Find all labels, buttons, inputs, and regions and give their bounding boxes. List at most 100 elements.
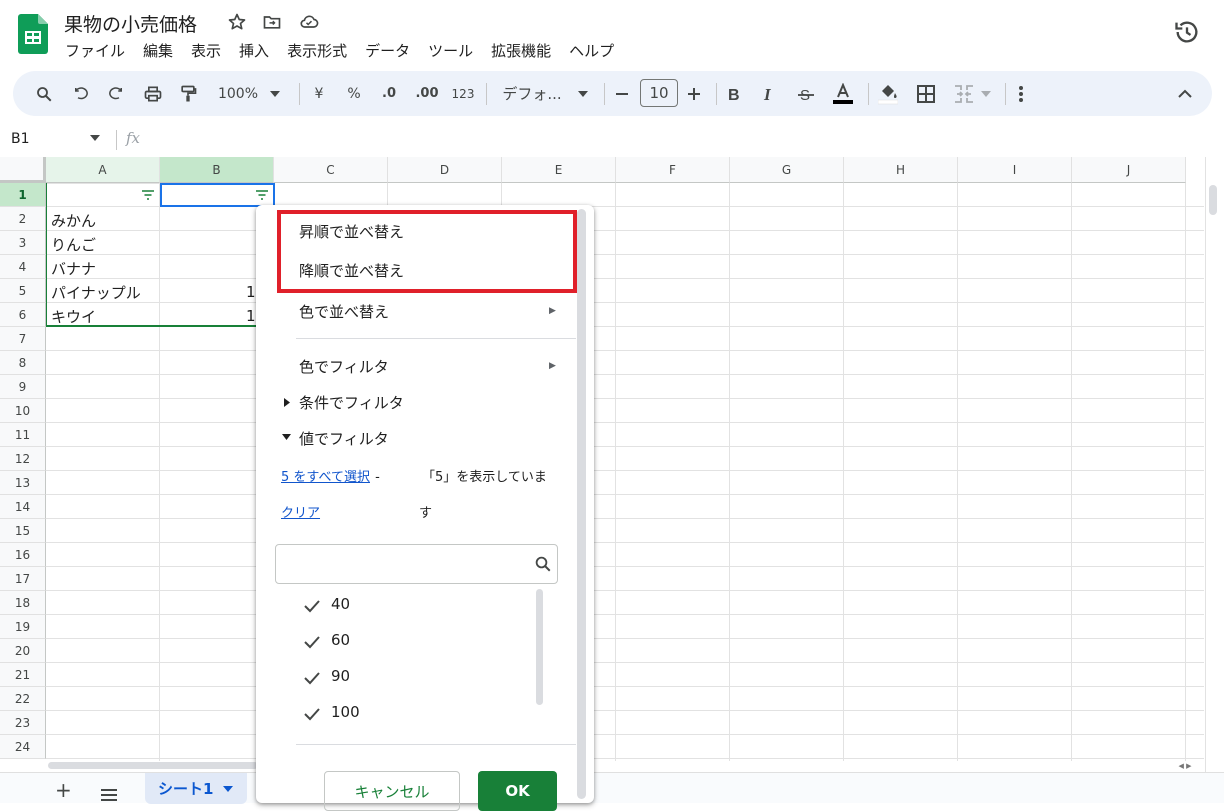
sheet-tab-active[interactable]: シート1 (145, 773, 247, 804)
column-header-d[interactable]: D (388, 157, 502, 183)
row-header-14[interactable]: 14 (0, 495, 46, 519)
menu-help[interactable]: ヘルプ (560, 38, 623, 63)
paint-format-icon[interactable] (175, 71, 201, 116)
checkmark-icon[interactable] (303, 669, 321, 687)
filter-by-values-item[interactable]: 値でフィルタ (299, 428, 389, 449)
strikethrough-icon[interactable]: S (795, 71, 817, 116)
move-folder-icon[interactable] (260, 10, 284, 34)
sort-by-color-item[interactable]: 色で並べ替え (299, 301, 389, 322)
zoom-select[interactable]: 100% (213, 71, 263, 116)
decrease-font-size-icon[interactable] (611, 71, 633, 116)
filter-by-condition-item[interactable]: 条件でフィルタ (299, 392, 404, 413)
row-header-23[interactable]: 23 (0, 711, 46, 735)
sheets-logo-icon[interactable] (18, 14, 48, 54)
values-scroll-thumb[interactable] (536, 589, 543, 705)
select-all-corner[interactable] (0, 157, 46, 183)
row-header-10[interactable]: 10 (0, 399, 46, 423)
menu-extensions[interactable]: 拡張機能 (482, 38, 560, 63)
row-header-6[interactable]: 6 (0, 303, 46, 327)
borders-icon[interactable] (914, 71, 938, 116)
value-search-input[interactable] (275, 544, 558, 584)
row-header-12[interactable]: 12 (0, 447, 46, 471)
row-header-18[interactable]: 18 (0, 591, 46, 615)
undo-icon[interactable] (69, 71, 93, 116)
decrease-decimal-button[interactable]: .0 (375, 71, 403, 116)
name-box[interactable]: B1 (11, 131, 30, 147)
value-option-40[interactable]: 40 (331, 595, 350, 613)
column-header-b[interactable]: B (160, 157, 274, 183)
menu-format[interactable]: 表示形式 (278, 38, 356, 63)
cancel-button[interactable]: キャンセル (324, 771, 460, 811)
menu-edit[interactable]: 編集 (134, 38, 182, 63)
row-header-4[interactable]: 4 (0, 255, 46, 279)
row-header-24[interactable]: 24 (0, 735, 46, 759)
ok-button[interactable]: OK (478, 771, 557, 811)
cell-a2[interactable]: みかん (51, 208, 96, 232)
fill-color-icon[interactable] (875, 71, 901, 116)
value-option-100[interactable]: 100 (331, 703, 360, 721)
sheet-tab-dropdown-icon[interactable] (223, 785, 234, 792)
text-color-icon[interactable] (830, 71, 856, 116)
row-header-21[interactable]: 21 (0, 663, 46, 687)
row-header-5[interactable]: 5 (0, 279, 46, 303)
row-header-11[interactable]: 11 (0, 423, 46, 447)
merge-dropdown-icon[interactable] (979, 71, 993, 116)
increase-font-size-icon[interactable] (683, 71, 705, 116)
bold-icon[interactable]: B (723, 71, 745, 116)
menu-scroll-thumb[interactable] (577, 209, 586, 799)
row-header-17[interactable]: 17 (0, 567, 46, 591)
horizontal-scroll-arrows[interactable]: ◀ ▶ (1168, 760, 1202, 772)
cell-a6[interactable]: キウイ (51, 304, 96, 328)
font-size-input[interactable]: 10 (640, 79, 678, 107)
expand-right-icon[interactable] (284, 398, 290, 407)
menu-insert[interactable]: 挿入 (230, 38, 278, 63)
search-menus-icon[interactable] (31, 71, 57, 116)
row-header-9[interactable]: 9 (0, 375, 46, 399)
cell-a4[interactable]: バナナ (51, 256, 96, 280)
row-header-16[interactable]: 16 (0, 543, 46, 567)
column-header-a[interactable]: A (46, 157, 160, 183)
star-icon[interactable] (225, 10, 249, 34)
checkmark-icon[interactable] (303, 597, 321, 615)
row-header-8[interactable]: 8 (0, 351, 46, 375)
checkmark-icon[interactable] (303, 705, 321, 723)
column-header-c[interactable]: C (274, 157, 388, 183)
expand-down-icon[interactable] (282, 434, 291, 440)
italic-icon[interactable]: I (759, 71, 781, 116)
add-sheet-icon[interactable]: + (55, 780, 72, 800)
more-formats-button[interactable]: 123 (449, 71, 477, 116)
column-header-i[interactable]: I (958, 157, 1072, 183)
font-dropdown-icon[interactable] (575, 71, 591, 116)
increase-decimal-button[interactable]: .00 (411, 71, 443, 116)
zoom-dropdown-icon[interactable] (267, 71, 283, 116)
clear-link[interactable]: クリア (281, 506, 320, 521)
column-header-f[interactable]: F (616, 157, 730, 183)
menu-view[interactable]: 表示 (182, 38, 230, 63)
row-header-2[interactable]: 2 (0, 207, 46, 231)
row-header-20[interactable]: 20 (0, 639, 46, 663)
all-sheets-icon[interactable] (100, 788, 118, 802)
horizontal-scroll-thumb[interactable] (48, 762, 258, 769)
name-box-dropdown-icon[interactable] (90, 135, 100, 141)
document-title[interactable]: 果物の小売価格 (64, 10, 197, 37)
value-option-90[interactable]: 90 (331, 667, 350, 685)
column-header-e[interactable]: E (502, 157, 616, 183)
merge-cells-icon[interactable] (951, 71, 977, 116)
formula-input[interactable] (150, 124, 1200, 154)
row-header-3[interactable]: 3 (0, 231, 46, 255)
cell-a3[interactable]: りんご (51, 232, 96, 256)
print-icon[interactable] (140, 71, 166, 116)
menu-file[interactable]: ファイル (56, 38, 134, 63)
menu-data[interactable]: データ (356, 38, 419, 63)
more-options-icon[interactable] (1011, 71, 1031, 116)
checkmark-icon[interactable] (303, 633, 321, 651)
font-select[interactable]: デフォ... (497, 71, 567, 116)
cell-a5[interactable]: パイナップル (51, 280, 141, 304)
filter-by-color-item[interactable]: 色でフィルタ (299, 356, 389, 377)
column-header-h[interactable]: H (844, 157, 958, 183)
collapse-toolbar-icon[interactable] (1173, 71, 1197, 116)
filter-icon-a[interactable] (140, 189, 156, 201)
row-header-7[interactable]: 7 (0, 327, 46, 351)
row-header-13[interactable]: 13 (0, 471, 46, 495)
vertical-scroll-thumb[interactable] (1209, 185, 1217, 215)
